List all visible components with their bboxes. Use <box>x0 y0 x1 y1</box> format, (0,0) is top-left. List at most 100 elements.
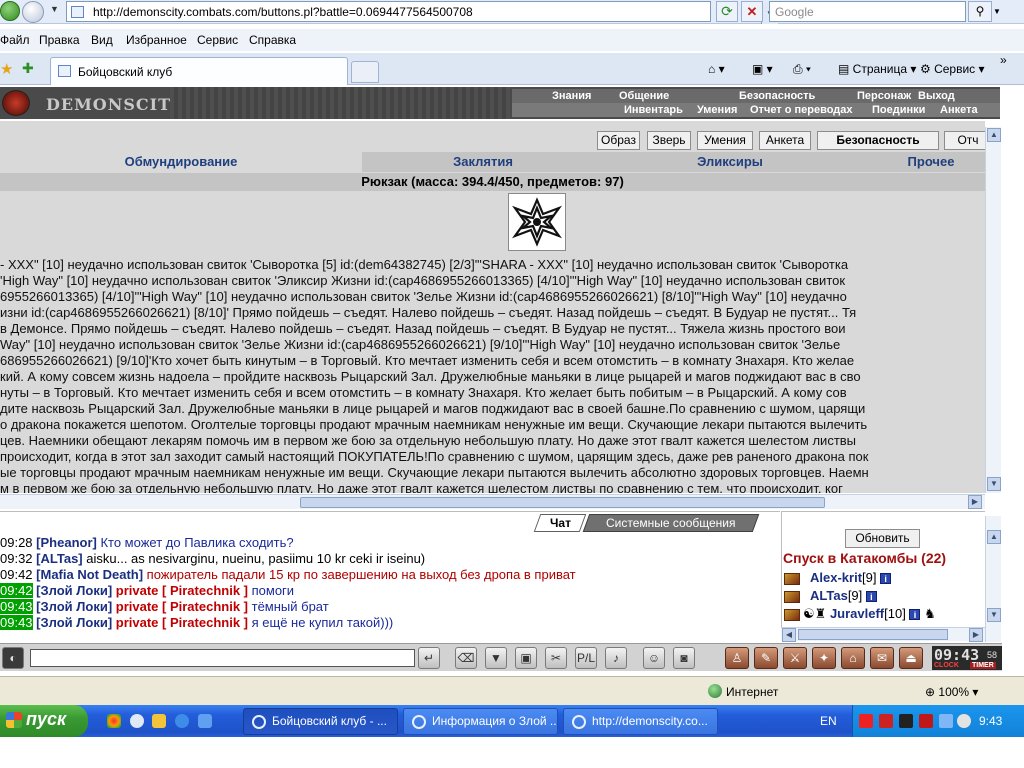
online-horizontal-scrollbar[interactable]: ◀ ▶ <box>781 627 985 642</box>
menu-view[interactable]: Вид <box>91 33 113 47</box>
task-info-loki[interactable]: Информация о Злой ... <box>403 708 558 735</box>
volume-icon[interactable] <box>859 714 873 728</box>
tools-menu[interactable]: ⚙ Сервис ▾ <box>920 62 985 76</box>
tab-equipment[interactable]: Обмундирование <box>0 152 362 172</box>
menu-help[interactable]: Справка <box>249 33 296 47</box>
chat-nick[interactable]: [Pheanor] <box>36 535 97 550</box>
chat-private-target[interactable]: private [ Piratechnik ] <box>112 583 248 598</box>
nav-exit[interactable]: Выход <box>918 90 955 102</box>
scroll-up-icon[interactable]: ▲ <box>987 128 1001 142</box>
ie-icon[interactable] <box>175 714 189 728</box>
app-icon[interactable] <box>152 714 166 728</box>
chat-nick[interactable]: [Mafia Not Death] <box>36 567 143 582</box>
feeds-icon[interactable]: ▣ ▾ <box>752 62 773 76</box>
chat-settings-icon[interactable]: ◐ <box>2 647 24 669</box>
timer-label[interactable]: TIMER <box>970 662 996 669</box>
nav-transfer-report[interactable]: Отчет о переводах <box>750 104 853 116</box>
scroll-down-icon[interactable]: ▼ <box>987 477 1001 491</box>
search-dropdown-icon[interactable]: ▼ <box>993 1 1005 22</box>
save-log-icon[interactable]: ▣ <box>515 647 537 669</box>
chat-private-target[interactable]: private [ Piratechnik ] <box>112 615 248 630</box>
image-button[interactable]: Образ <box>597 131 640 150</box>
filter-icon[interactable]: ▼ <box>485 647 507 669</box>
tray-app-icon[interactable] <box>899 714 913 728</box>
info-icon[interactable]: i <box>909 609 921 621</box>
home-icon[interactable]: ⌂ ▾ <box>708 62 725 76</box>
search-icon[interactable]: ⚲ <box>968 1 992 22</box>
menu-file[interactable]: Файл <box>0 33 30 47</box>
start-button[interactable]: пуск <box>0 705 88 737</box>
menu-edit[interactable]: Правка <box>39 33 80 47</box>
chat-nick[interactable]: [Злой Локи] <box>36 583 112 598</box>
stop-icon[interactable]: ✕ <box>741 1 763 22</box>
chat-nick[interactable]: [Злой Локи] <box>36 599 112 614</box>
security-icon[interactable] <box>957 714 971 728</box>
favorites-star-icon[interactable]: ★ <box>0 60 13 78</box>
chrome-icon[interactable] <box>107 714 121 728</box>
report-button[interactable]: Отч <box>944 131 985 150</box>
menu-favorites[interactable]: Избранное <box>126 33 187 47</box>
system-time[interactable]: 9:43 <box>979 714 1002 728</box>
translit-icon[interactable]: P/L <box>575 647 597 669</box>
tab-other[interactable]: Прочее <box>856 152 985 172</box>
send-icon[interactable]: ↵ <box>418 647 440 669</box>
tab-elixirs[interactable]: Эликсиры <box>604 152 856 172</box>
scroll-thumb[interactable] <box>798 629 948 640</box>
nav-knowledge[interactable]: Знания <box>552 90 591 102</box>
add-favorite-icon[interactable]: ✚ <box>22 60 34 77</box>
content-horizontal-scrollbar[interactable]: ▶ <box>0 494 985 509</box>
skills-button[interactable]: Умения <box>697 131 753 150</box>
clock-label[interactable]: CLOCK <box>934 662 959 669</box>
address-field[interactable]: http://demonscity.combats.com/buttons.pl… <box>66 1 778 24</box>
scroll-book-icon[interactable]: ✎ <box>754 647 778 669</box>
zoom-level[interactable]: ⊕ 100% ▾ <box>925 685 978 699</box>
tab-system-messages[interactable]: Системные сообщения <box>582 514 760 532</box>
refresh-button[interactable]: Обновить <box>845 529 920 548</box>
nav-communication[interactable]: Общение <box>619 90 669 102</box>
print-icon[interactable]: ⎙ ▾ <box>793 62 811 77</box>
exit-icon[interactable]: ⏏ <box>899 647 923 669</box>
nav-character[interactable]: Персонаж <box>857 90 911 102</box>
shop-icon[interactable]: ⌂ <box>841 647 865 669</box>
scroll-thumb[interactable] <box>300 497 825 508</box>
network-icon[interactable] <box>939 714 953 728</box>
scroll-item-icon[interactable] <box>508 193 566 251</box>
nav-profile[interactable]: Анкета <box>940 104 978 116</box>
pet-button[interactable]: Зверь <box>647 131 691 150</box>
chat-private-target[interactable]: private [ Piratechnik ] <box>112 599 248 614</box>
scroll-right-icon[interactable]: ▶ <box>969 628 983 642</box>
nav-skills[interactable]: Умения <box>697 104 737 116</box>
chat-nick[interactable]: [Злой Локи] <box>36 615 112 630</box>
online-vertical-scrollbar[interactable]: ▲ ▼ <box>985 516 1001 642</box>
forward-icon[interactable] <box>22 1 44 23</box>
tray-app-icon[interactable] <box>879 714 893 728</box>
scroll-left-icon[interactable]: ◀ <box>782 628 796 642</box>
desktop-icon[interactable] <box>198 714 212 728</box>
chat-nick[interactable]: [ALTas] <box>36 551 82 566</box>
scroll-down-icon[interactable]: ▼ <box>987 608 1001 622</box>
game-menu-icon[interactable]: ◙ <box>673 647 695 669</box>
page-menu[interactable]: ▤ Страница ▾ <box>838 62 916 76</box>
player-name[interactable]: Juravleff <box>830 606 884 621</box>
back-icon[interactable] <box>0 1 20 21</box>
lang-bar-icon[interactable] <box>919 714 933 728</box>
language-indicator[interactable]: EN <box>820 714 837 728</box>
media-icon[interactable] <box>130 714 144 728</box>
sound-icon[interactable]: ♪ <box>605 647 627 669</box>
player-name[interactable]: ALTas <box>810 588 848 603</box>
nav-security[interactable]: Безопасность <box>739 90 815 102</box>
tab-spells[interactable]: Заклятия <box>362 152 604 172</box>
info-icon[interactable]: i <box>880 573 892 585</box>
history-dropdown-icon[interactable]: ▼ <box>50 4 59 14</box>
menu-tools[interactable]: Сервис <box>197 33 238 47</box>
task-fight-club[interactable]: Бойцовский клуб - ... <box>243 708 398 735</box>
refresh-icon[interactable]: ⟳ <box>716 1 738 22</box>
smiley-icon[interactable]: ☺ <box>643 647 665 669</box>
invite-icon[interactable]: ♞ <box>924 606 936 621</box>
tab-chat[interactable]: Чат <box>533 514 587 532</box>
chevron-icon[interactable]: » <box>1000 53 1007 67</box>
tab-active[interactable]: Бойцовский клуб <box>50 57 348 85</box>
profile-button[interactable]: Анкета <box>759 131 811 150</box>
inventory-icon[interactable]: ♙ <box>725 647 749 669</box>
chat-input[interactable] <box>30 649 415 667</box>
